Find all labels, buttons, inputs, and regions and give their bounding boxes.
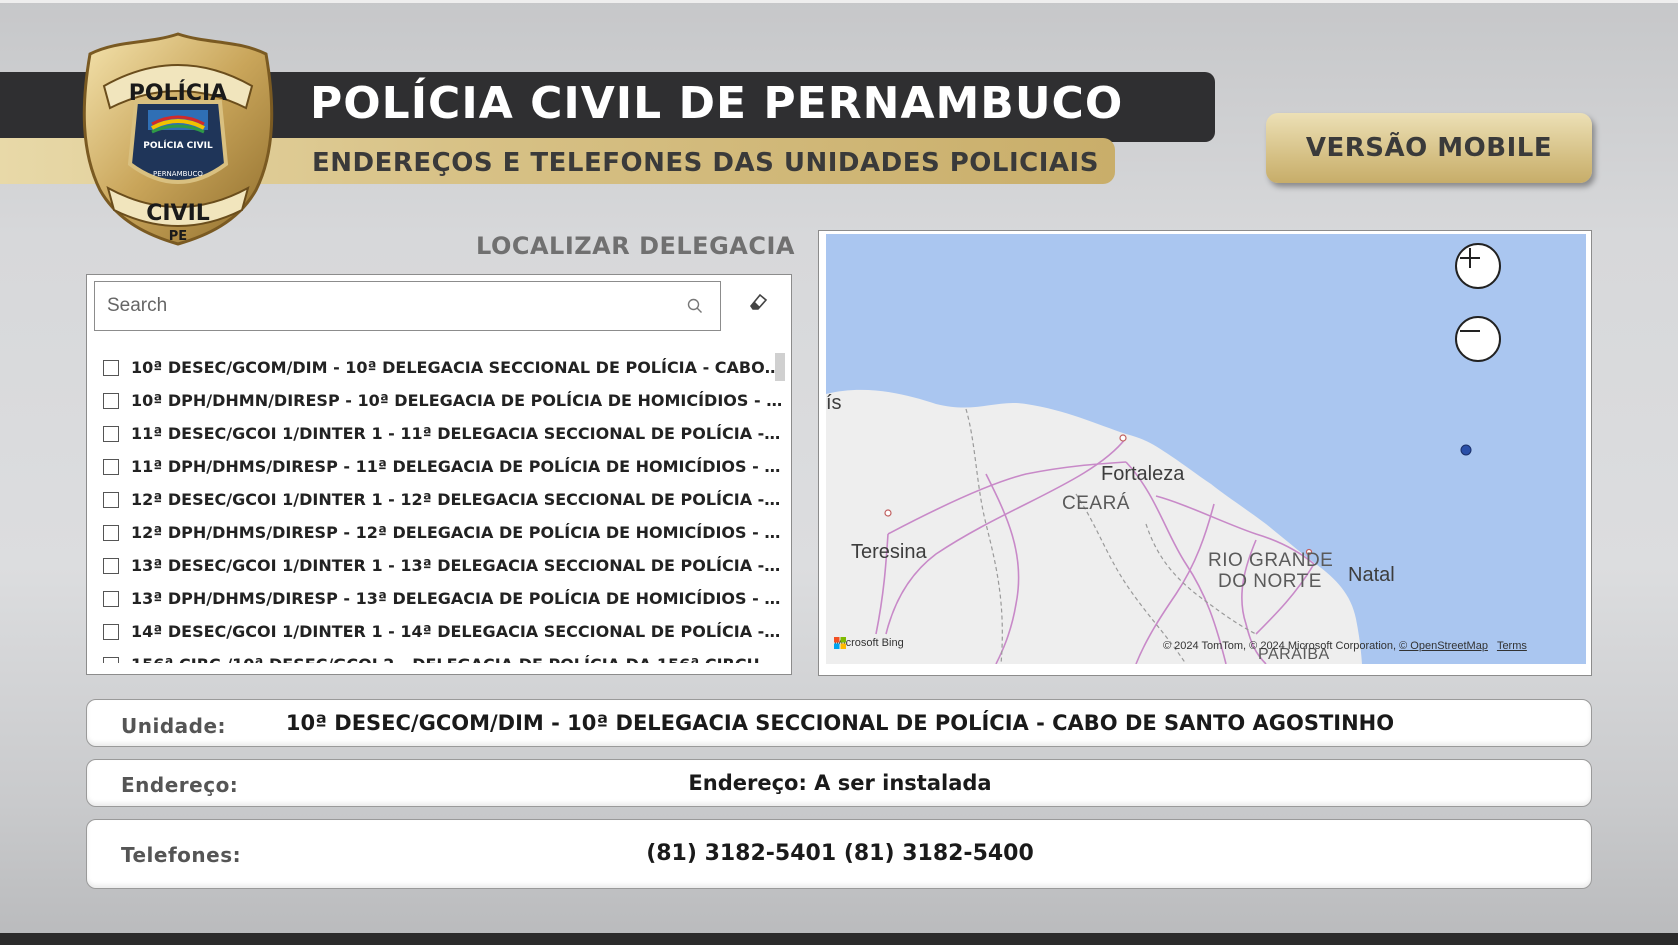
list-item-checkbox[interactable] bbox=[103, 656, 119, 663]
mobile-version-button[interactable]: VERSÃO MOBILE bbox=[1266, 113, 1592, 183]
microsoft-logo-icon bbox=[834, 637, 846, 649]
svg-text:PE: PE bbox=[169, 229, 187, 244]
list-item[interactable]: 13ª DESEC/GCOI 1/DINTER 1 - 13ª DELEGACI… bbox=[87, 549, 787, 582]
map-label-natal: Natal bbox=[1348, 564, 1395, 586]
list-item[interactable]: 12ª DPH/DHMS/DIRESP - 12ª DELEGACIA DE P… bbox=[87, 516, 787, 549]
list-item[interactable]: 13ª DPH/DHMS/DIRESP - 13ª DELEGACIA DE P… bbox=[87, 582, 787, 615]
top-border bbox=[0, 0, 1678, 3]
bottom-bar bbox=[0, 933, 1678, 945]
map-frame: ís Fortaleza CEARÁ Teresina RIO GRANDE D… bbox=[818, 230, 1592, 676]
unidade-row: Unidade: 10ª DESEC/GCOM/DIM - 10ª DELEGA… bbox=[86, 699, 1592, 747]
list-item-checkbox[interactable] bbox=[103, 392, 119, 409]
search-input[interactable] bbox=[107, 282, 667, 330]
map-view[interactable]: ís Fortaleza CEARÁ Teresina RIO GRANDE D… bbox=[826, 234, 1586, 664]
list-item-label: 156ª CIRC /10ª DESEC/GCOI 2 - DELEGACIA … bbox=[131, 655, 783, 663]
list-item-label: 14ª DESEC/GCOI 1/DINTER 1 - 14ª DELEGACI… bbox=[131, 622, 783, 641]
bing-logo: Microsoft Bing bbox=[834, 637, 904, 649]
list-item-checkbox[interactable] bbox=[103, 458, 119, 475]
list-item-checkbox[interactable] bbox=[103, 524, 119, 541]
map-label-rio-grande: RIO GRANDE bbox=[1208, 550, 1334, 571]
list-item[interactable]: 10ª DESEC/GCOM/DIM - 10ª DELEGACIA SECCI… bbox=[87, 351, 787, 384]
station-list: 10ª DESEC/GCOM/DIM - 10ª DELEGACIA SECCI… bbox=[87, 351, 787, 663]
list-item-label: 12ª DPH/DHMS/DIRESP - 12ª DELEGACIA DE P… bbox=[131, 523, 783, 542]
list-item-checkbox[interactable] bbox=[103, 359, 119, 376]
telefones-row: Telefones: (81) 3182-5401 (81) 3182-5400 bbox=[86, 819, 1592, 889]
map-label-partial: ís bbox=[826, 392, 842, 414]
attribution-text: © 2024 TomTom, © 2024 Microsoft Corporat… bbox=[1163, 640, 1397, 652]
police-badge-logo: POLÍCIA POLÍCIA CIVIL PERNAMBUCO CIVIL P… bbox=[78, 30, 278, 248]
locate-station-label: LOCALIZAR DELEGACIA bbox=[476, 232, 795, 260]
eraser-icon[interactable] bbox=[747, 291, 769, 313]
telefones-value: (81) 3182-5401 (81) 3182-5400 bbox=[646, 841, 1034, 866]
search-box bbox=[94, 281, 721, 331]
endereco-row: Endereço: Endereço: A ser instalada bbox=[86, 759, 1592, 807]
list-item-checkbox[interactable] bbox=[103, 491, 119, 508]
map-label-teresina: Teresina bbox=[851, 541, 927, 563]
list-item[interactable]: 12ª DESEC/GCOI 1/DINTER 1 - 12ª DELEGACI… bbox=[87, 483, 787, 516]
page-subtitle: ENDEREÇOS E TELEFONES DAS UNIDADES POLIC… bbox=[312, 148, 1099, 178]
map-label-do-norte: DO NORTE bbox=[1218, 571, 1322, 592]
svg-text:CIVIL: CIVIL bbox=[146, 201, 210, 226]
station-list-panel: 10ª DESEC/GCOM/DIM - 10ª DELEGACIA SECCI… bbox=[86, 274, 792, 675]
page-title: POLÍCIA CIVIL DE PERNAMBUCO bbox=[310, 78, 1124, 129]
list-item-checkbox[interactable] bbox=[103, 425, 119, 442]
map-label-ceara: CEARÁ bbox=[1062, 493, 1130, 514]
list-item-label: 11ª DPH/DHMS/DIRESP - 11ª DELEGACIA DE P… bbox=[131, 457, 783, 476]
map-attribution: © 2024 TomTom, © 2024 Microsoft Corporat… bbox=[1163, 640, 1527, 652]
list-item[interactable]: 11ª DPH/DHMS/DIRESP - 11ª DELEGACIA DE P… bbox=[87, 450, 787, 483]
list-item[interactable]: 10ª DPH/DHMN/DIRESP - 10ª DELEGACIA DE P… bbox=[87, 384, 787, 417]
svg-text:POLÍCIA CIVIL: POLÍCIA CIVIL bbox=[143, 139, 213, 151]
list-item-label: 12ª DESEC/GCOI 1/DINTER 1 - 12ª DELEGACI… bbox=[131, 490, 783, 509]
list-item-label: 11ª DESEC/GCOI 1/DINTER 1 - 11ª DELEGACI… bbox=[131, 424, 783, 443]
map-label-fortaleza: Fortaleza bbox=[1101, 463, 1185, 485]
list-scrollbar-thumb[interactable] bbox=[775, 353, 785, 381]
list-item-label: 10ª DESEC/GCOM/DIM - 10ª DELEGACIA SECCI… bbox=[131, 358, 783, 377]
zoom-out-button[interactable] bbox=[1455, 316, 1501, 362]
search-icon[interactable] bbox=[686, 297, 704, 315]
list-item[interactable]: 11ª DESEC/GCOI 1/DINTER 1 - 11ª DELEGACI… bbox=[87, 417, 787, 450]
minus-icon bbox=[1460, 330, 1480, 332]
endereco-value: Endereço: A ser instalada bbox=[688, 771, 992, 795]
list-item[interactable]: 156ª CIRC /10ª DESEC/GCOI 2 - DELEGACIA … bbox=[87, 648, 787, 663]
zoom-in-button[interactable] bbox=[1455, 243, 1501, 289]
list-item-label: 13ª DESEC/GCOI 1/DINTER 1 - 13ª DELEGACI… bbox=[131, 556, 783, 575]
list-item-checkbox[interactable] bbox=[103, 590, 119, 607]
map-terrain bbox=[826, 389, 1472, 664]
list-item-label: 10ª DPH/DHMN/DIRESP - 10ª DELEGACIA DE P… bbox=[131, 391, 783, 410]
list-item-label: 13ª DPH/DHMS/DIRESP - 13ª DELEGACIA DE P… bbox=[131, 589, 783, 608]
list-item-checkbox[interactable] bbox=[103, 557, 119, 574]
svg-text:PERNAMBUCO: PERNAMBUCO bbox=[153, 170, 203, 178]
unidade-value: 10ª DESEC/GCOM/DIM - 10ª DELEGACIA SECCI… bbox=[285, 711, 1395, 735]
osm-link[interactable]: © OpenStreetMap bbox=[1399, 640, 1488, 652]
terms-link[interactable]: Terms bbox=[1497, 640, 1527, 652]
plus-icon bbox=[1460, 248, 1480, 268]
list-item-checkbox[interactable] bbox=[103, 623, 119, 640]
list-item[interactable]: 14ª DESEC/GCOI 1/DINTER 1 - 14ª DELEGACI… bbox=[87, 615, 787, 648]
